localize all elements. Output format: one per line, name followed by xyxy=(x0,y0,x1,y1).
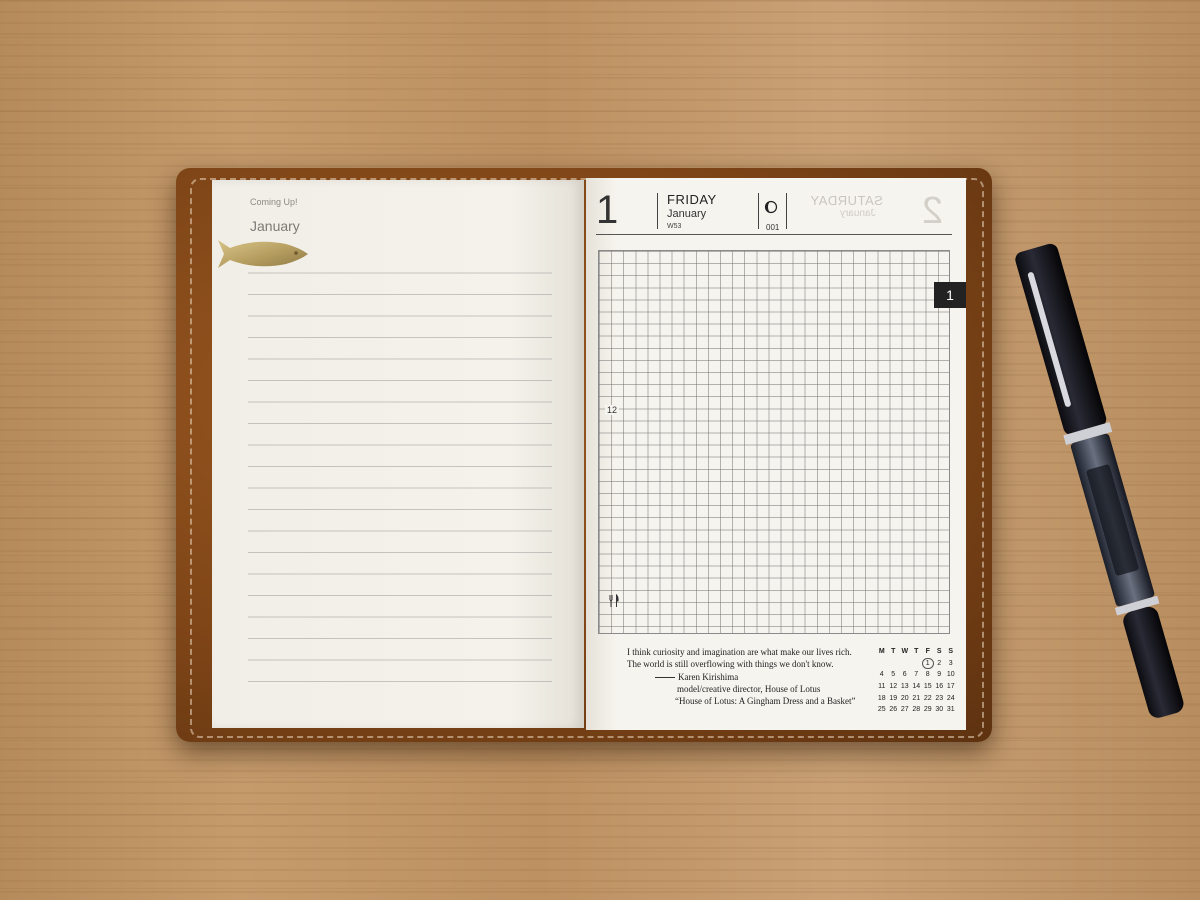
calendar-day xyxy=(876,658,888,670)
day-name: FRIDAY xyxy=(667,192,717,207)
calendar-day: 4 xyxy=(879,671,884,679)
calendar-day: 13 xyxy=(900,683,909,691)
fork-knife-icon xyxy=(609,594,619,607)
calendar-day: 27 xyxy=(900,706,909,714)
calendar-day xyxy=(911,658,923,670)
quote-line: I think curiosity and imagination are wh… xyxy=(627,647,852,657)
mini-calendar-weekdays: MTWTFSS xyxy=(876,646,957,658)
calendar-day: 1 xyxy=(922,657,934,670)
author-dash xyxy=(655,677,675,679)
calendar-day: 30 xyxy=(935,706,944,714)
calendar-day: 24 xyxy=(946,694,955,702)
calendar-day xyxy=(888,658,900,670)
mini-calendar: M T W T F S S 1 2 3 4 5 6 7 8 9 10 11 12 13 14 15 16 17 18 19 20 21… xyxy=(876,646,957,716)
calendar-day: 18 xyxy=(877,694,886,702)
weekday-label: M xyxy=(878,648,885,655)
quote-line: The world is still overflowing with thin… xyxy=(627,659,834,669)
calendar-day: 17 xyxy=(946,683,955,691)
calendar-day: 3 xyxy=(948,659,953,667)
calendar-day: 11 xyxy=(878,683,886,691)
weekday-label: S xyxy=(936,648,942,655)
calendar-day: 2 xyxy=(937,659,942,667)
calendar-day: 19 xyxy=(889,694,898,702)
calendar-day: 14 xyxy=(912,683,921,691)
month-index-tab: 1 xyxy=(934,282,966,308)
fish-bookmark-clip xyxy=(218,240,308,268)
calendar-day: 21 xyxy=(912,694,921,702)
calendar-day: 29 xyxy=(923,706,932,714)
mini-calendar-week: 4 5 6 7 8 9 10 xyxy=(876,669,957,681)
bleed-through-next-day: SATURDAY xyxy=(810,193,883,208)
header-divider xyxy=(758,193,759,229)
moon-phase-icon xyxy=(764,200,778,214)
calendar-day: 8 xyxy=(925,671,930,679)
weekday-label: T xyxy=(891,648,896,655)
header-divider xyxy=(786,193,787,229)
header-rule xyxy=(596,234,952,235)
mini-calendar-week: 18 19 20 21 22 23 24 xyxy=(876,693,957,705)
quote-source: “House of Lotus: A Gingham Dress and a B… xyxy=(675,696,856,706)
mini-calendar-week: 11 12 13 14 15 16 17 xyxy=(876,681,957,693)
author-role: model/creative director, House of Lotus xyxy=(677,684,821,694)
calendar-day: 12 xyxy=(889,683,898,691)
calendar-day: 7 xyxy=(914,671,919,679)
month-name: January xyxy=(667,208,707,220)
calendar-day: 28 xyxy=(912,706,921,714)
calendar-day: 25 xyxy=(877,706,886,714)
calendar-day: 16 xyxy=(935,683,944,691)
header-divider xyxy=(657,193,658,229)
day-number: 1 xyxy=(596,188,619,232)
quote-author-row: Karen Kirishima xyxy=(627,671,877,683)
left-page-month: January xyxy=(250,218,300,234)
weekday-label: W xyxy=(901,648,909,655)
calendar-day: 31 xyxy=(946,706,955,714)
calendar-day: 26 xyxy=(889,706,898,714)
week-number: W53 xyxy=(667,223,682,230)
calendar-day xyxy=(899,658,911,670)
weekday-label: T xyxy=(914,648,919,655)
daily-grid xyxy=(598,250,950,634)
ruled-lines xyxy=(248,252,552,696)
bleed-through-next-number: 2 xyxy=(922,190,944,232)
daily-quote: I think curiosity and imagination are wh… xyxy=(627,646,877,707)
calendar-day: 23 xyxy=(935,694,944,702)
calendar-day: 20 xyxy=(900,694,909,702)
day-of-year: 001 xyxy=(766,223,780,232)
noon-marker: 12 xyxy=(605,405,620,415)
calendar-day: 5 xyxy=(891,671,896,679)
bleed-through-next-month: January xyxy=(840,208,876,219)
quote-author: Karen Kirishima xyxy=(678,672,739,682)
mini-calendar-week: 25 26 27 28 29 30 31 xyxy=(876,704,957,716)
calendar-day: 10 xyxy=(946,671,955,679)
calendar-day: 9 xyxy=(937,671,942,679)
coming-up-header: Coming Up! xyxy=(250,197,298,207)
calendar-day: 6 xyxy=(902,671,907,679)
weekday-label: F xyxy=(925,648,930,655)
calendar-day: 22 xyxy=(923,694,932,702)
fountain-pen xyxy=(1015,243,1184,718)
weekday-label: S xyxy=(948,648,954,655)
mini-calendar-week: 123 xyxy=(876,657,957,670)
calendar-day: 15 xyxy=(923,683,932,691)
